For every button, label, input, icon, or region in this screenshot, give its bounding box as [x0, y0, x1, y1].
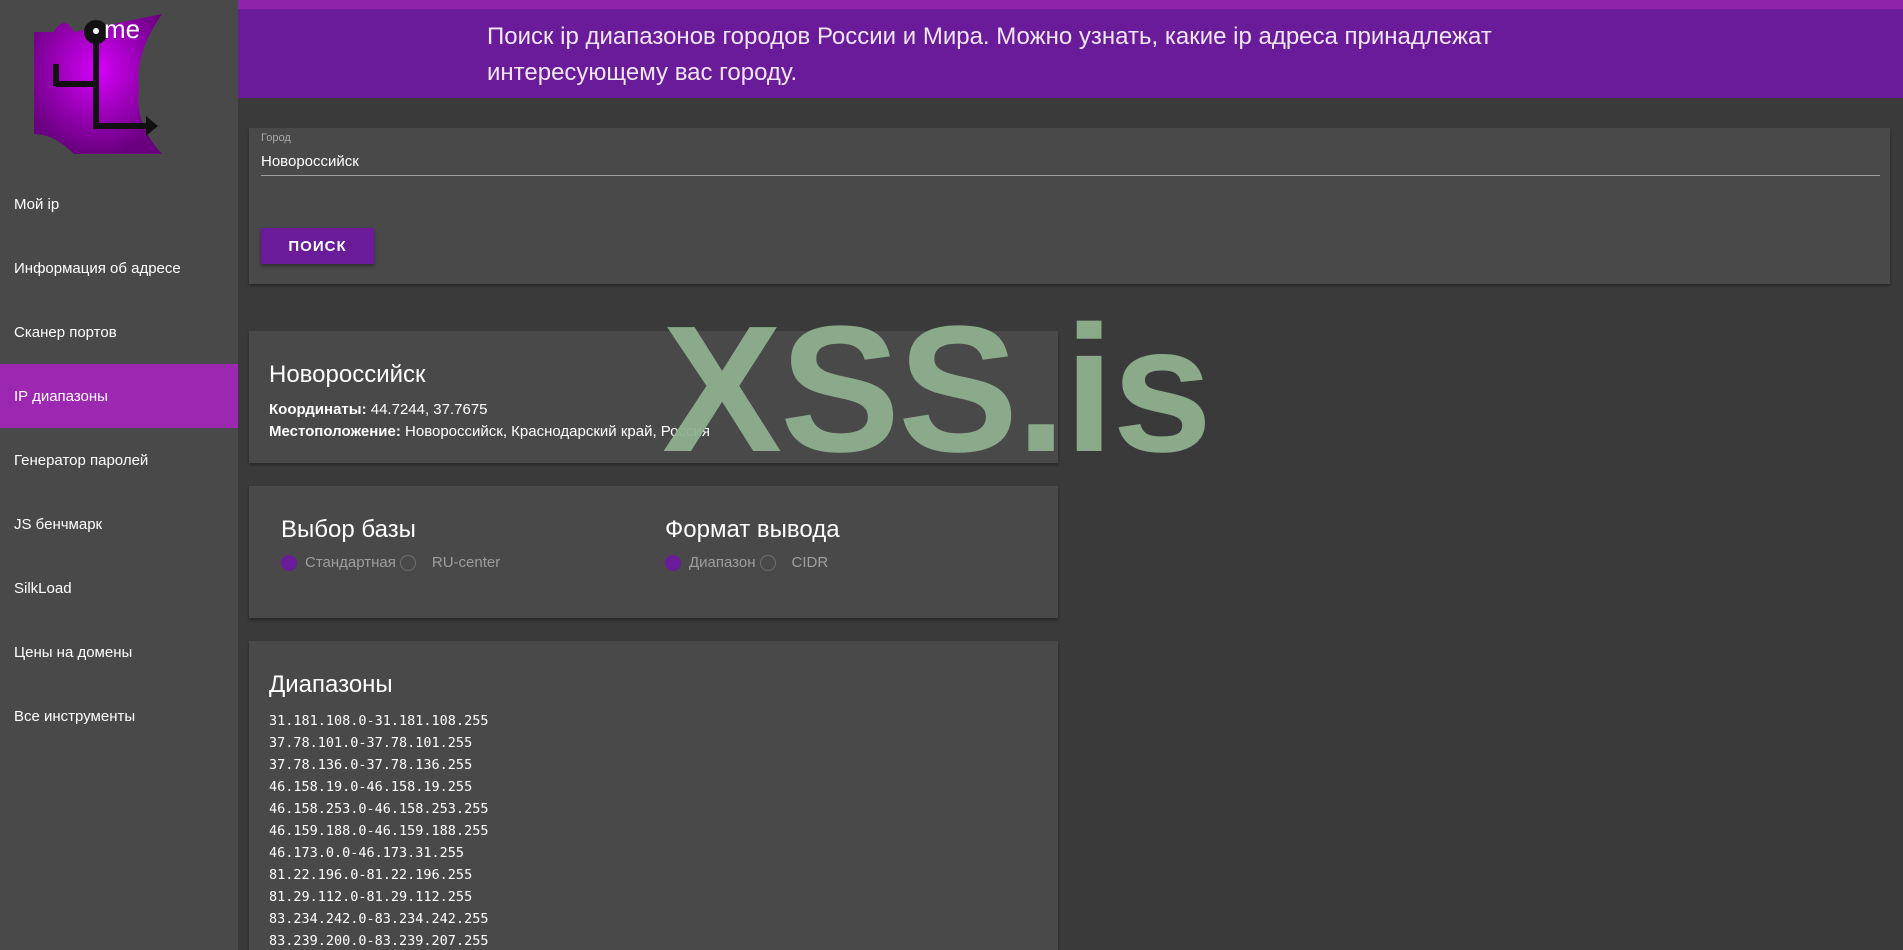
ranges-card: Диапазоны 31.181.108.0-31.181.108.255 37…: [249, 641, 1058, 950]
range-item: 46.159.188.0-46.159.188.255: [269, 823, 489, 839]
city-input[interactable]: [261, 148, 1880, 176]
radio-cidr-label[interactable]: CIDR: [792, 554, 829, 571]
sidebar-item-my-ip[interactable]: Мой ip: [0, 172, 238, 236]
radio-standard-label[interactable]: Стандартная: [305, 554, 396, 571]
page-header: Поиск ip диапазонов городов России и Мир…: [238, 0, 1903, 98]
sidebar-item-ip-ranges[interactable]: IP диапазоны: [0, 364, 238, 428]
range-item: 81.29.112.0-81.29.112.255: [269, 889, 473, 905]
radio-ru-center[interactable]: [399, 554, 416, 571]
ranges-title: Диапазоны: [269, 671, 393, 698]
city-name: Новороссийск: [269, 361, 426, 388]
range-item: 31.181.108.0-31.181.108.255: [269, 713, 489, 729]
range-item: 83.234.242.0-83.234.242.255: [269, 911, 489, 927]
range-item: 37.78.136.0-37.78.136.255: [269, 757, 473, 773]
sidebar-item-js-benchmark[interactable]: JS бенчмарк: [0, 492, 238, 556]
sidebar-item-silkload[interactable]: SilkLoad: [0, 556, 238, 620]
sidebar-item-port-scanner[interactable]: Сканер портов: [0, 300, 238, 364]
range-item: 46.158.19.0-46.158.19.255: [269, 779, 473, 795]
sidebar: me Мой ip Информация об адресе Сканер по…: [0, 0, 238, 950]
search-button[interactable]: ПОИСК: [261, 228, 374, 264]
sidebar-item-password-generator[interactable]: Генератор паролей: [0, 428, 238, 492]
location-line: Местоположение: Новороссийск, Краснодарс…: [269, 423, 710, 440]
database-title: Выбор базы: [281, 516, 416, 543]
ranges-list: 31.181.108.0-31.181.108.255 37.78.101.0-…: [269, 710, 488, 950]
radio-range-label[interactable]: Диапазон: [689, 554, 756, 571]
sidebar-nav: Мой ip Информация об адресе Сканер порто…: [0, 172, 238, 748]
range-item: 81.22.196.0-81.22.196.255: [269, 867, 473, 883]
city-info-card: Новороссийск Координаты: 44.7244, 37.767…: [249, 331, 1058, 463]
search-card: Город ПОИСК: [249, 128, 1890, 284]
coordinates-value: 44.7244, 37.7675: [370, 401, 488, 418]
site-logo[interactable]: me: [34, 14, 162, 154]
location-value: Новороссийск, Краснодарский край, Россия: [405, 423, 710, 440]
sidebar-item-address-info[interactable]: Информация об адресе: [0, 236, 238, 300]
city-field-label: Город: [261, 132, 291, 144]
sidebar-item-all-tools[interactable]: Все инструменты: [0, 684, 238, 748]
radio-range[interactable]: [665, 554, 681, 571]
range-item: 83.239.200.0-83.239.207.255: [269, 933, 489, 949]
radio-cidr[interactable]: [759, 554, 776, 571]
page-title: Поиск ip диапазонов городов России и Мир…: [487, 23, 1492, 86]
coordinates-line: Координаты: 44.7244, 37.7675: [269, 401, 488, 418]
sidebar-item-domain-prices[interactable]: Цены на домены: [0, 620, 238, 684]
database-selection: Выбор базы Стандартная RU-center: [281, 516, 504, 571]
output-format-title: Формат вывода: [665, 516, 840, 543]
location-label: Местоположение:: [269, 423, 401, 440]
logo-text: me: [104, 14, 141, 44]
output-format-radio-group: Диапазон CIDR: [665, 554, 840, 571]
coordinates-label: Координаты:: [269, 401, 367, 418]
range-item: 37.78.101.0-37.78.101.255: [269, 735, 473, 751]
database-radio-group: Стандартная RU-center: [281, 554, 504, 571]
range-item: 46.173.0.0-46.173.31.255: [269, 845, 465, 861]
output-format-selection: Формат вывода Диапазон CIDR: [665, 516, 840, 571]
radio-ru-center-label[interactable]: RU-center: [432, 554, 500, 571]
range-item: 46.158.253.0-46.158.253.255: [269, 801, 489, 817]
options-card: Выбор базы Стандартная RU-center Формат …: [249, 486, 1058, 618]
radio-standard[interactable]: [281, 554, 297, 571]
